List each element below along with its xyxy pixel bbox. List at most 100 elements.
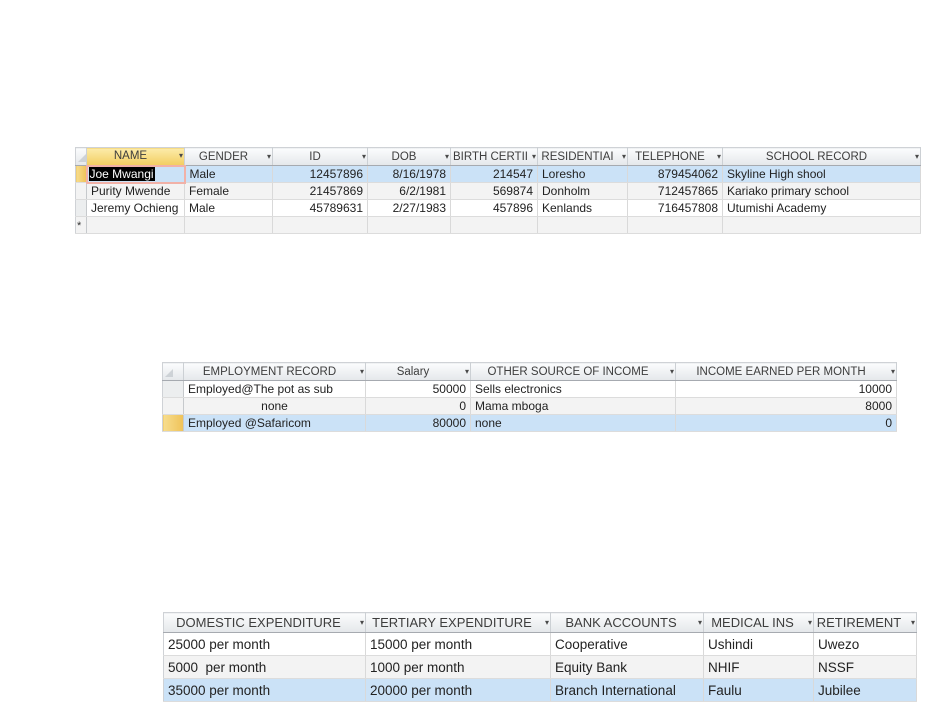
- cell-telephone[interactable]: 712457865: [628, 183, 723, 200]
- cell-school-record[interactable]: [723, 217, 921, 234]
- cell-residential[interactable]: Donholm: [538, 183, 628, 200]
- cell-medical-insurance[interactable]: Ushindi: [704, 633, 814, 656]
- cell-employment[interactable]: Employed @Safaricom: [184, 415, 366, 432]
- select-all-corner[interactable]: [76, 148, 87, 166]
- column-header-school-record[interactable]: SCHOOL RECORD▾: [723, 148, 921, 166]
- chevron-down-icon[interactable]: ▾: [360, 619, 364, 627]
- cell-telephone[interactable]: 879454062: [628, 166, 723, 183]
- cell-residential[interactable]: [538, 217, 628, 234]
- cell-medical-insurance[interactable]: Faulu: [704, 679, 814, 702]
- column-header-domestic-expenditure[interactable]: DOMESTIC EXPENDITURE▾: [164, 613, 366, 633]
- cell-id[interactable]: 12457896: [273, 166, 368, 183]
- cell-name[interactable]: Jeremy Ochieng: [87, 200, 185, 217]
- record-selector[interactable]: [163, 398, 184, 415]
- chevron-down-icon[interactable]: ▾: [622, 153, 626, 161]
- cell-other-income[interactable]: none: [471, 415, 676, 432]
- cell-other-income[interactable]: Mama mboga: [471, 398, 676, 415]
- cell-name[interactable]: Purity Mwende: [87, 183, 185, 200]
- column-header-salary[interactable]: Salary▾: [366, 363, 471, 381]
- cell-gender[interactable]: Female: [185, 183, 273, 200]
- chevron-down-icon[interactable]: ▾: [360, 368, 364, 376]
- current-record-selector[interactable]: [163, 415, 184, 432]
- select-all-corner[interactable]: [163, 363, 184, 381]
- cell-school-record[interactable]: Skyline High shool: [723, 166, 921, 183]
- cell-salary[interactable]: 0: [366, 398, 471, 415]
- cell-retirement[interactable]: Jubilee: [814, 679, 917, 702]
- column-header-telephone[interactable]: TELEPHONE▾: [628, 148, 723, 166]
- cell-birth-cert[interactable]: 214547: [451, 166, 538, 183]
- chevron-down-icon[interactable]: ▾: [267, 153, 271, 161]
- cell-residential[interactable]: Kenlands: [538, 200, 628, 217]
- cell-school-record[interactable]: Utumishi Academy: [723, 200, 921, 217]
- cell-domestic-expenditure[interactable]: 5000 per month: [164, 656, 366, 679]
- cell-birth-cert[interactable]: 457896: [451, 200, 538, 217]
- chevron-down-icon[interactable]: ▾: [445, 153, 449, 161]
- column-header-birth-cert[interactable]: BIRTH CERTII▾: [451, 148, 538, 166]
- cell-employment[interactable]: Employed@The pot as sub: [184, 381, 366, 398]
- cell-residential[interactable]: Loresho: [538, 166, 628, 183]
- column-header-medical-insurance[interactable]: MEDICAL INS▾: [704, 613, 814, 633]
- column-header-gender[interactable]: GENDER▾: [185, 148, 273, 166]
- cell-school-record[interactable]: Kariako primary school: [723, 183, 921, 200]
- chevron-down-icon[interactable]: ▾: [545, 619, 549, 627]
- cell-dob[interactable]: 8/16/1978: [368, 166, 451, 183]
- column-header-other-income[interactable]: OTHER SOURCE OF INCOME▾: [471, 363, 676, 381]
- column-header-dob[interactable]: DOB▾: [368, 148, 451, 166]
- cell-tertiary-expenditure[interactable]: 15000 per month: [366, 633, 551, 656]
- chevron-down-icon[interactable]: ▾: [915, 153, 919, 161]
- cell-dob[interactable]: 6/2/1981: [368, 183, 451, 200]
- column-header-employment-record[interactable]: EMPLOYMENT RECORD▾: [184, 363, 366, 381]
- cell-bank-accounts[interactable]: Branch International: [551, 679, 704, 702]
- cell-medical-insurance[interactable]: NHIF: [704, 656, 814, 679]
- cell-telephone[interactable]: [628, 217, 723, 234]
- cell-retirement[interactable]: NSSF: [814, 656, 917, 679]
- cell-bank-accounts[interactable]: Cooperative: [551, 633, 704, 656]
- record-selector[interactable]: [76, 200, 87, 217]
- chevron-down-icon[interactable]: ▾: [179, 152, 183, 160]
- cell-telephone[interactable]: 716457808: [628, 200, 723, 217]
- column-header-retirement[interactable]: RETIREMENT▾: [814, 613, 917, 633]
- cell-birth-cert[interactable]: 569874: [451, 183, 538, 200]
- record-selector[interactable]: [76, 183, 87, 200]
- column-header-tertiary-expenditure[interactable]: TERTIARY EXPENDITURE▾: [366, 613, 551, 633]
- chevron-down-icon[interactable]: ▾: [911, 619, 915, 627]
- cell-income-per-month[interactable]: 8000: [676, 398, 897, 415]
- cell-gender[interactable]: Male: [185, 200, 273, 217]
- cell-domestic-expenditure[interactable]: 35000 per month: [164, 679, 366, 702]
- cell-dob[interactable]: [368, 217, 451, 234]
- cell-salary[interactable]: 80000: [366, 415, 471, 432]
- cell-bank-accounts[interactable]: Equity Bank: [551, 656, 704, 679]
- column-header-id[interactable]: ID▾: [273, 148, 368, 166]
- chevron-down-icon[interactable]: ▾: [891, 368, 895, 376]
- cell-birth-cert[interactable]: [451, 217, 538, 234]
- column-header-name[interactable]: NAME▾: [87, 148, 185, 166]
- cell-tertiary-expenditure[interactable]: 20000 per month: [366, 679, 551, 702]
- cell-retirement[interactable]: Uwezo: [814, 633, 917, 656]
- record-selector[interactable]: [163, 381, 184, 398]
- column-header-residential[interactable]: RESIDENTIAI▾: [538, 148, 628, 166]
- chevron-down-icon[interactable]: ▾: [670, 368, 674, 376]
- column-header-income-per-month[interactable]: INCOME EARNED PER MONTH▾: [676, 363, 897, 381]
- cell-income-per-month[interactable]: 10000: [676, 381, 897, 398]
- cell-dob[interactable]: 2/27/1983: [368, 200, 451, 217]
- cell-name[interactable]: [87, 217, 185, 234]
- chevron-down-icon[interactable]: ▾: [362, 153, 366, 161]
- cell-id[interactable]: 45789631: [273, 200, 368, 217]
- cell-salary[interactable]: 50000: [366, 381, 471, 398]
- chevron-down-icon[interactable]: ▾: [808, 619, 812, 627]
- cell-other-income[interactable]: Sells electronics: [471, 381, 676, 398]
- current-record-selector[interactable]: [76, 166, 87, 183]
- new-record-selector[interactable]: *: [76, 217, 87, 234]
- chevron-down-icon[interactable]: ▾: [532, 153, 536, 161]
- cell-id[interactable]: 21457869: [273, 183, 368, 200]
- column-header-bank-accounts[interactable]: BANK ACCOUNTS▾: [551, 613, 704, 633]
- active-cell-editor[interactable]: Joe Mwangi: [87, 166, 185, 183]
- cell-income-per-month[interactable]: 0: [676, 415, 897, 432]
- cell-id[interactable]: [273, 217, 368, 234]
- chevron-down-icon[interactable]: ▾: [717, 153, 721, 161]
- chevron-down-icon[interactable]: ▾: [465, 368, 469, 376]
- cell-tertiary-expenditure[interactable]: 1000 per month: [366, 656, 551, 679]
- cell-employment[interactable]: none: [184, 398, 366, 415]
- cell-gender[interactable]: [185, 217, 273, 234]
- cell-gender[interactable]: Male: [185, 166, 273, 183]
